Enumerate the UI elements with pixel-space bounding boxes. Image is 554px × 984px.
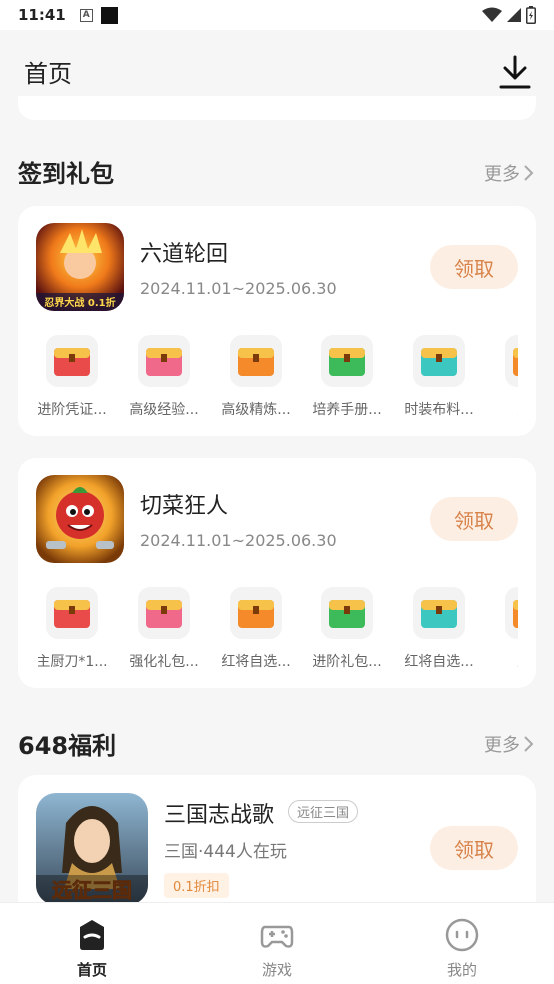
discount-tag: 0.1折扣 — [164, 873, 229, 898]
gift-item[interactable]: 高级经验... — [122, 335, 206, 419]
download-button[interactable] — [498, 54, 532, 90]
gift-item[interactable]: 主厨刀*1... — [38, 587, 114, 671]
tab-home-label: 首页 — [76, 961, 107, 979]
svg-text:远征三国: 远征三国 — [52, 878, 132, 902]
game-art-3: 远征三国 — [36, 793, 148, 905]
game-icon-2[interactable] — [36, 475, 124, 563]
game-art-2 — [36, 475, 124, 563]
notification-a-icon: A — [79, 8, 93, 22]
gift-row: 进阶凭证... 高级经验... 高级精炼... 培养手册... 时装布料... … — [38, 335, 518, 425]
gift-item[interactable]: 主厨 — [489, 587, 518, 671]
chest-orange-icon — [505, 587, 518, 639]
svg-text:忍界大战 0.1折: 忍界大战 0.1折 — [44, 296, 115, 309]
chest-pink-icon — [138, 587, 190, 639]
game-art-1: 忍界大战 0.1折 — [36, 223, 124, 311]
gift-row: 主厨刀*1... 强化礼包... 红将自选... 进阶礼包... 红将自选...… — [38, 587, 518, 677]
status-time: 11:41 — [18, 6, 66, 24]
home-icon — [74, 917, 110, 953]
game-players: 三国·444人在玩 — [164, 842, 287, 862]
gift-label: 培养手册... — [312, 402, 382, 418]
gift-label: 主厨刀*1... — [38, 654, 108, 670]
gift-item[interactable]: 强化礼包... — [122, 587, 206, 671]
gift-item[interactable]: 进阶礼包... — [305, 587, 389, 671]
chest-orange-icon — [230, 335, 282, 387]
gift-item[interactable]: 红将自选... — [397, 587, 481, 671]
chest-green-icon — [321, 587, 373, 639]
gift-label: 主厨 — [489, 651, 518, 671]
game-tag: 远征三国 — [288, 800, 359, 823]
gift-label: 进阶礼包... — [312, 654, 382, 670]
more-label: 更多 — [484, 735, 520, 756]
tab-mine[interactable]: 我的 — [412, 917, 512, 980]
signin-more-link[interactable]: 更多 — [484, 160, 534, 186]
download-icon — [499, 55, 531, 89]
chest-teal-icon — [413, 587, 465, 639]
game-date: 2024.11.01~2025.06.30 — [140, 531, 337, 550]
signin-section-title: 签到礼包 — [18, 160, 114, 188]
game-name: 切菜狂人 — [140, 494, 229, 519]
welfare-section-title: 648福利 — [18, 732, 117, 760]
gift-label: 进阶凭证... — [38, 402, 107, 418]
profile-face-icon — [444, 917, 480, 953]
game-icon-3[interactable]: 远征三国 — [36, 793, 148, 905]
welfare-more-link[interactable]: 更多 — [484, 731, 534, 757]
notification-square-icon — [100, 6, 118, 24]
tab-home[interactable]: 首页 — [42, 917, 142, 980]
game-date: 2024.11.01~2025.06.30 — [140, 279, 337, 298]
wifi-icon — [482, 7, 502, 22]
claim-button[interactable]: 领取 — [430, 497, 518, 541]
game-name: 三国志战歌 — [164, 803, 275, 828]
chevron-right-icon — [524, 165, 534, 181]
signin-card-2: 切菜狂人 2024.11.01~2025.06.30 领取 主厨刀*1... 强… — [18, 458, 536, 688]
status-bar: 11:41 A — [0, 0, 554, 30]
chest-teal-icon — [413, 335, 465, 387]
gift-label: 强化礼包... — [129, 654, 199, 670]
chest-red-icon — [46, 587, 98, 639]
gift-item[interactable]: 高级精炼... — [214, 335, 298, 419]
chevron-right-icon — [524, 736, 534, 752]
game-name: 六道轮回 — [140, 242, 229, 267]
gift-item[interactable]: 进阶凭证... — [38, 335, 114, 419]
chest-pink-icon — [138, 335, 190, 387]
battery-icon — [526, 6, 536, 24]
gift-item[interactable]: 培养手册... — [305, 335, 389, 419]
signal-icon — [507, 8, 521, 22]
more-label: 更多 — [484, 164, 520, 185]
chest-red-icon — [46, 335, 98, 387]
game-icon-1[interactable]: 忍界大战 0.1折 — [36, 223, 124, 311]
claim-button[interactable]: 领取 — [430, 245, 518, 289]
claim-button[interactable]: 领取 — [430, 826, 518, 870]
gift-label: 红将自选... — [404, 654, 474, 670]
signin-card-1: 忍界大战 0.1折 六道轮回 2024.11.01~2025.06.30 领取 … — [18, 206, 536, 436]
gift-item[interactable]: 时装布料... — [397, 335, 481, 419]
chest-orange-icon — [505, 335, 518, 387]
tab-games-label: 游戏 — [261, 961, 292, 979]
gift-item[interactable]: 宝具 — [489, 335, 518, 419]
previous-card-bottom — [18, 96, 536, 120]
bottom-tab-bar: 首页 游戏 我的 — [0, 902, 554, 984]
gift-label: 高级经验... — [129, 402, 199, 418]
chest-orange-icon — [230, 587, 282, 639]
page-title: 首页 — [24, 60, 72, 88]
gift-label: 高级精炼... — [221, 402, 291, 418]
gift-label: 时装布料... — [404, 402, 474, 418]
chest-green-icon — [321, 335, 373, 387]
tab-mine-label: 我的 — [446, 961, 477, 979]
tab-games[interactable]: 游戏 — [227, 917, 327, 980]
gift-item[interactable]: 红将自选... — [214, 587, 298, 671]
gamepad-icon — [259, 917, 295, 953]
gift-label: 红将自选... — [221, 654, 291, 670]
gift-label: 宝具 — [489, 399, 518, 419]
